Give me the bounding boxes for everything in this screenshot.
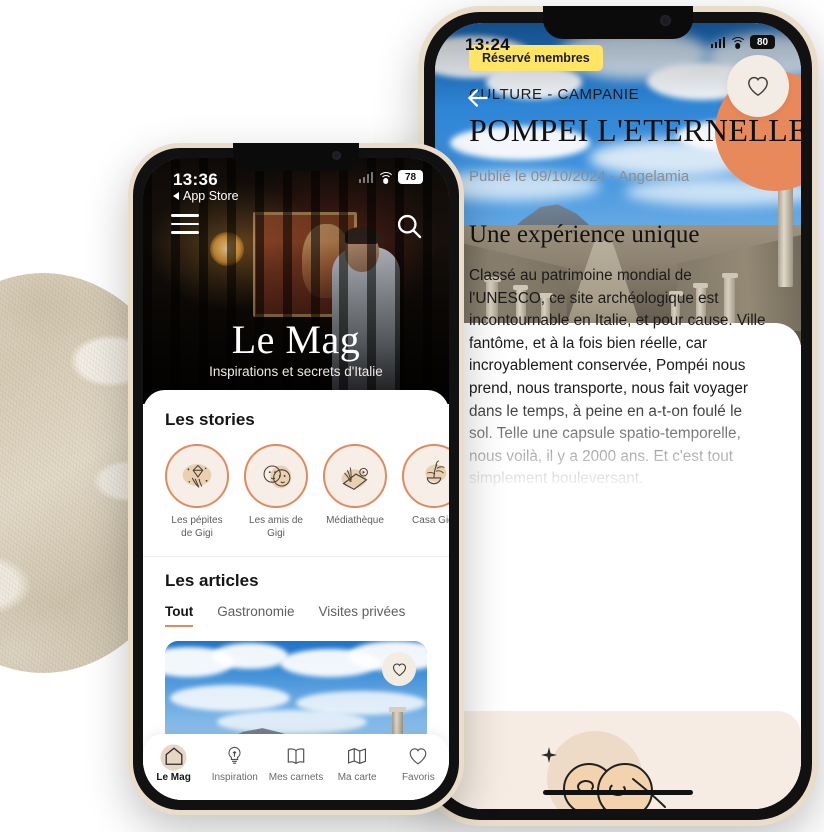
article-meta: Publié le 09/10/2024 - Angelamia <box>469 168 690 185</box>
tab-label: Ma carte <box>337 772 377 783</box>
phone-back-screen: 13:24 80 Réservé membres CULTURE - CAMPA… <box>435 23 801 809</box>
app-store-label: App Store <box>183 189 239 203</box>
book-play-icon <box>341 467 368 491</box>
story-ring <box>165 444 229 508</box>
phone-back-bezel: 13:24 80 Réservé membres CULTURE - CAMPA… <box>424 12 812 820</box>
wifi-icon <box>729 36 746 49</box>
status-time: 13:36 <box>173 170 218 189</box>
phone-front-lemag: 13:36 78 App Store Le Mag Inspirations e… <box>128 143 464 815</box>
home-icon <box>145 743 203 771</box>
article-filter-tabs: Tout Gastronomie Visites privées G <box>165 604 427 627</box>
stories-section-title: Les stories <box>165 410 255 429</box>
page-subtitle: Inspirations et secrets d'Italie <box>209 364 383 379</box>
cloud <box>212 643 289 670</box>
plant-vase-icon <box>425 460 447 485</box>
story-label: Casa Gigi <box>412 515 449 526</box>
status-time: 13:24 <box>465 35 510 54</box>
search-icon[interactable] <box>395 212 423 240</box>
article-category: CULTURE - CAMPANIE <box>469 86 640 103</box>
article-title: POMPEI L'ETERNELLE <box>469 112 801 148</box>
cloud <box>170 684 291 711</box>
tab-le-mag[interactable]: Le Mag <box>145 743 203 783</box>
page-title: Le Mag <box>231 317 361 362</box>
app-store-back-link[interactable]: App Store <box>173 189 239 203</box>
front-camera <box>332 151 341 160</box>
heart-outline-icon <box>748 76 768 97</box>
sparkle-icon <box>541 747 557 763</box>
back-arrow-icon[interactable] <box>465 85 491 111</box>
tab-label: Mes carnets <box>268 772 324 783</box>
wifi-icon <box>377 171 394 184</box>
battery-indicator: 78 <box>398 170 423 184</box>
story-item-amis[interactable]: Les amis de Gigi <box>244 444 308 540</box>
status-indicators: 78 <box>358 170 423 184</box>
hand-gem-icon <box>182 464 212 488</box>
front-camera <box>660 15 671 26</box>
lemag-content-sheet: Les stories Les pépites de Gigi Les amis… <box>143 390 449 800</box>
tab-visites-privees[interactable]: Visites privées <box>319 604 406 627</box>
phone-front-bezel: 13:36 78 App Store Le Mag Inspirations e… <box>133 148 459 810</box>
phone-back-article: 13:24 80 Réservé membres CULTURE - CAMPA… <box>418 6 818 826</box>
article-heading: Une expérience unique <box>469 221 700 248</box>
heart-icon <box>389 743 447 768</box>
story-ring <box>244 444 308 508</box>
tab-tout[interactable]: Tout <box>165 604 194 627</box>
story-label: Médiathèque <box>326 515 384 526</box>
story-label: Les amis de Gigi <box>249 515 303 539</box>
article-card[interactable] <box>165 641 427 745</box>
tab-gastronomie[interactable]: Gastronomie <box>217 604 294 627</box>
story-item-mediatheque[interactable]: Médiathèque <box>323 444 387 540</box>
stories-row: Les pépites de Gigi Les amis de Gigi Méd… <box>165 444 449 540</box>
tab-ma-carte[interactable]: Ma carte <box>328 743 386 783</box>
heart-outline-icon <box>392 662 406 676</box>
bottom-tab-bar: Le Mag Inspiration Mes carnets Ma carte … <box>143 734 449 800</box>
tab-inspiration[interactable]: Inspiration <box>206 743 264 783</box>
tab-mes-carnets[interactable]: Mes carnets <box>267 743 325 783</box>
map-icon <box>328 743 386 768</box>
story-item-pepites[interactable]: Les pépites de Gigi <box>165 444 229 540</box>
phone-back-notch <box>543 6 693 39</box>
hamburger-menu-icon[interactable] <box>171 214 199 234</box>
stories-section: Les stories Les pépites de Gigi Les amis… <box>143 390 449 540</box>
battery-indicator: 80 <box>750 35 775 49</box>
story-ring <box>402 444 449 508</box>
lightbulb-icon <box>206 743 264 768</box>
faces-icon <box>263 465 292 489</box>
articles-section: Les articles Tout Gastronomie Visites pr… <box>143 557 449 627</box>
cellular-signal-icon <box>358 171 373 183</box>
story-ring <box>323 444 387 508</box>
tab-label: Le Mag <box>156 772 191 783</box>
cellular-signal-icon <box>710 36 725 48</box>
phone-front-screen: 13:36 78 App Store Le Mag Inspirations e… <box>143 158 449 800</box>
tab-label: Favoris <box>401 772 435 783</box>
back-triangle-icon <box>173 192 179 200</box>
story-label: Les pépites de Gigi <box>171 515 223 539</box>
articles-section-title: Les articles <box>165 571 259 590</box>
status-indicators: 80 <box>710 35 775 49</box>
card-favorite-button[interactable] <box>382 652 416 686</box>
story-item-casagigi[interactable]: Casa Gigi <box>402 444 449 540</box>
tab-favoris[interactable]: Favoris <box>389 743 447 783</box>
article-body: Classé au patrimoine mondial de l'UNESCO… <box>469 267 766 488</box>
cloud <box>217 709 368 734</box>
book-icon <box>267 743 325 768</box>
phone-front-notch <box>233 143 359 171</box>
home-indicator-back <box>543 790 693 795</box>
tab-label: Inspiration <box>211 772 258 783</box>
